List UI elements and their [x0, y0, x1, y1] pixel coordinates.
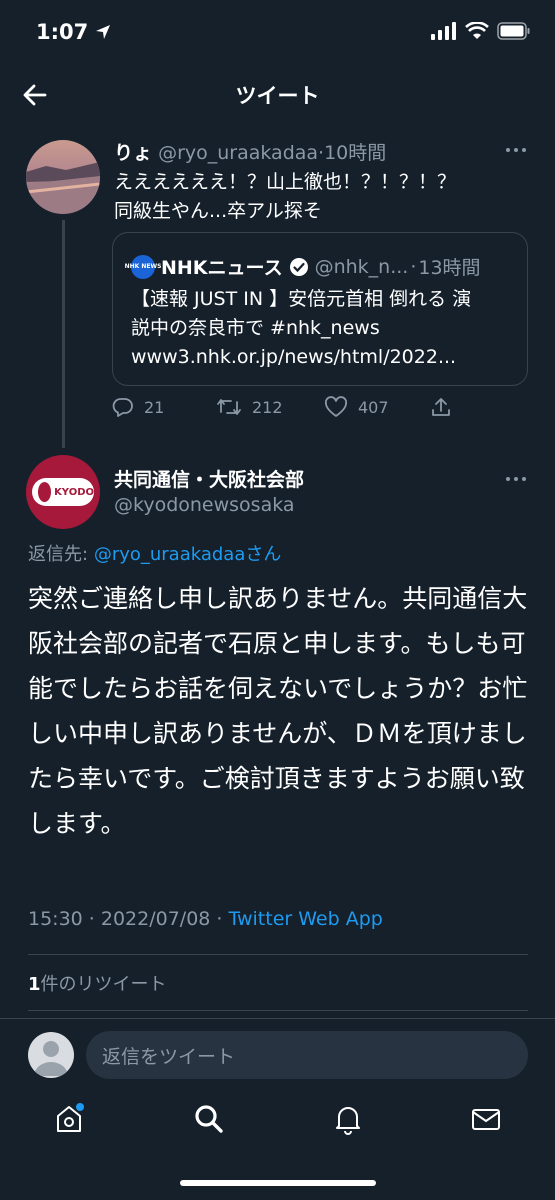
kyodo-logo: KYODO [32, 478, 94, 506]
retweet-stat-count: 1 [28, 974, 41, 995]
page-title: ツイート [235, 84, 320, 108]
status-icons [431, 22, 531, 40]
reply-input[interactable]: 返信をツイート [86, 1031, 528, 1079]
heart-icon [324, 396, 348, 417]
tab-notifications[interactable] [331, 1102, 365, 1136]
reply-button[interactable]: 21 [112, 396, 164, 418]
quoted-text-line: 説中の奈良市で #nhk_news [131, 317, 380, 339]
tweet-text: ええええええ！？山上徹也！？！？！？ 同級生やん...卒アル探そ [114, 168, 534, 226]
quoted-user-handle: @nhk_n... [314, 255, 409, 278]
share-icon [432, 398, 450, 416]
tweet-text: 突然ご連絡し申し訳ありません。共同通信大阪社会部の記者で石原と申します。もしも可… [28, 584, 528, 838]
quoted-text-line: 【速報 JUST IN 】安倍元首相 倒れる 演 [131, 288, 472, 310]
retweet-stat-label: 件のリツイート [40, 974, 167, 995]
user-name[interactable]: りょ [114, 142, 152, 164]
battery-icon [497, 22, 530, 40]
back-button[interactable] [20, 80, 50, 110]
tab-home[interactable] [52, 1102, 86, 1136]
reply-label: 返信先: [28, 544, 89, 565]
avatar[interactable]: KYODO [26, 455, 100, 529]
location-arrow-icon [96, 25, 111, 39]
retweet-count: 212 [252, 397, 283, 417]
tweet-time: 10時間 [324, 142, 387, 164]
share-button[interactable] [430, 396, 452, 418]
search-icon [195, 1105, 223, 1133]
signal-icon [431, 22, 456, 40]
reply-suffix: さん [245, 544, 282, 565]
tweet-text-line: ええええええ！？山上徹也！？！？！？ [114, 171, 457, 193]
replying-to: 返信先: @ryo_uraakadaaさん [28, 540, 281, 566]
tweet-header: りょ @ryo_uraakadaa·10時間 [114, 138, 386, 165]
quoted-tweet-time: 13時間 [418, 257, 481, 279]
default-avatar-icon [34, 1041, 68, 1076]
back-arrow-icon [23, 84, 47, 106]
user-name[interactable]: 共同通信・大阪社会部 [114, 465, 304, 492]
quoted-text-line: www3.nhk.or.jp/news/html/2022... [131, 346, 457, 368]
retweet-button[interactable]: 212 [216, 396, 283, 418]
user-handle: @kyodonewsosaka [114, 494, 295, 516]
tweet-meta: 15:30 · 2022/07/08 · Twitter Web App [28, 908, 383, 930]
reply-handle-link[interactable]: @ryo_uraakadaa [94, 544, 246, 565]
clock: 1:07 [36, 20, 89, 44]
avatar[interactable] [26, 140, 100, 214]
quoted-tweet-text: 【速報 JUST IN 】安倍元首相 倒れる 演 説中の奈良市で #nhk_ne… [131, 285, 511, 372]
tweet-text-line: 同級生やん...卒アル探そ [114, 200, 322, 222]
reply-count: 21 [144, 397, 165, 417]
verified-badge-icon [289, 257, 308, 276]
like-count: 407 [358, 397, 389, 417]
divider [28, 1010, 528, 1011]
wifi-icon [465, 22, 489, 39]
retweet-stats[interactable]: 1件のリツイート [28, 970, 167, 996]
more-options-button[interactable] [506, 145, 530, 155]
status-bar-time: 1:07 [36, 20, 112, 44]
tweet-source-link[interactable]: Twitter Web App [229, 908, 383, 930]
quoted-user-name: NHKニュース [161, 257, 283, 279]
home-indicator [180, 1180, 376, 1186]
logo-dot [38, 482, 52, 502]
thread-line [62, 220, 65, 448]
logo-text: KYODO [54, 486, 94, 498]
divider [28, 954, 528, 955]
notifications-icon [336, 1107, 360, 1135]
avatar-photo [26, 140, 100, 214]
nhk-logo-icon: NHK NEWS [125, 254, 161, 279]
logo-text: NHK NEWS [124, 263, 162, 270]
tab-messages[interactable] [469, 1102, 503, 1136]
user-handle: @ryo_uraakadaa [158, 142, 319, 164]
tweet-timestamp: 15:30 · 2022/07/08 · [28, 908, 229, 930]
separator: · [410, 255, 417, 278]
quoted-tweet-header: NHK NEWS NHKニュース @nhk_n... · 13時間 [125, 253, 481, 280]
tab-search[interactable] [192, 1102, 226, 1136]
tweet-actions: 21 212 407 [112, 396, 452, 426]
like-button[interactable]: 407 [324, 396, 389, 418]
reply-icon [112, 398, 133, 417]
more-options-button[interactable] [506, 474, 530, 484]
reply-placeholder: 返信をツイート [102, 1045, 236, 1068]
home-icon [57, 1103, 84, 1132]
messages-icon [472, 1109, 500, 1130]
retweet-icon [217, 399, 241, 415]
my-avatar [28, 1032, 74, 1078]
quoted-tweet[interactable]: NHK NEWS NHKニュース @nhk_n... · 13時間 【速報 JUST… [112, 232, 528, 386]
